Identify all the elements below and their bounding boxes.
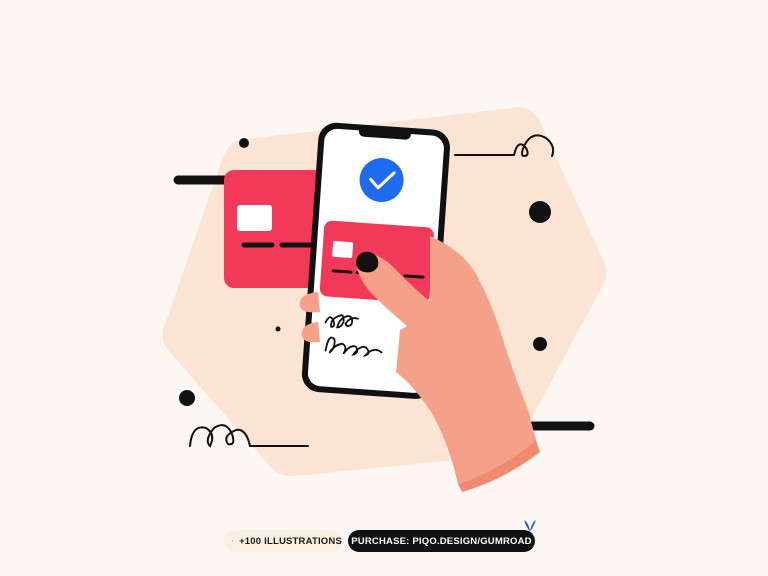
decor-dot-left	[179, 390, 195, 406]
tree-icon	[232, 540, 234, 542]
payment-illustration	[162, 107, 607, 492]
leaf-icon	[524, 520, 536, 532]
card-chip-screen	[332, 240, 354, 259]
illustrations-badge[interactable]: +100 ILLUSTRATIONS	[224, 530, 342, 552]
decor-dot-small-top	[239, 138, 249, 148]
illustrations-label: +100 ILLUSTRATIONS	[239, 535, 342, 547]
card-chip-back	[237, 205, 272, 231]
purchase-label: PURCHASE: PIQO.DESIGN/GUMROAD	[351, 535, 532, 547]
decor-dot-large-right	[529, 201, 551, 223]
purchase-link-badge[interactable]: PURCHASE: PIQO.DESIGN/GUMROAD	[348, 530, 535, 552]
decor-dot-mid-right	[533, 337, 547, 351]
decor-dot-tiny	[275, 326, 281, 332]
